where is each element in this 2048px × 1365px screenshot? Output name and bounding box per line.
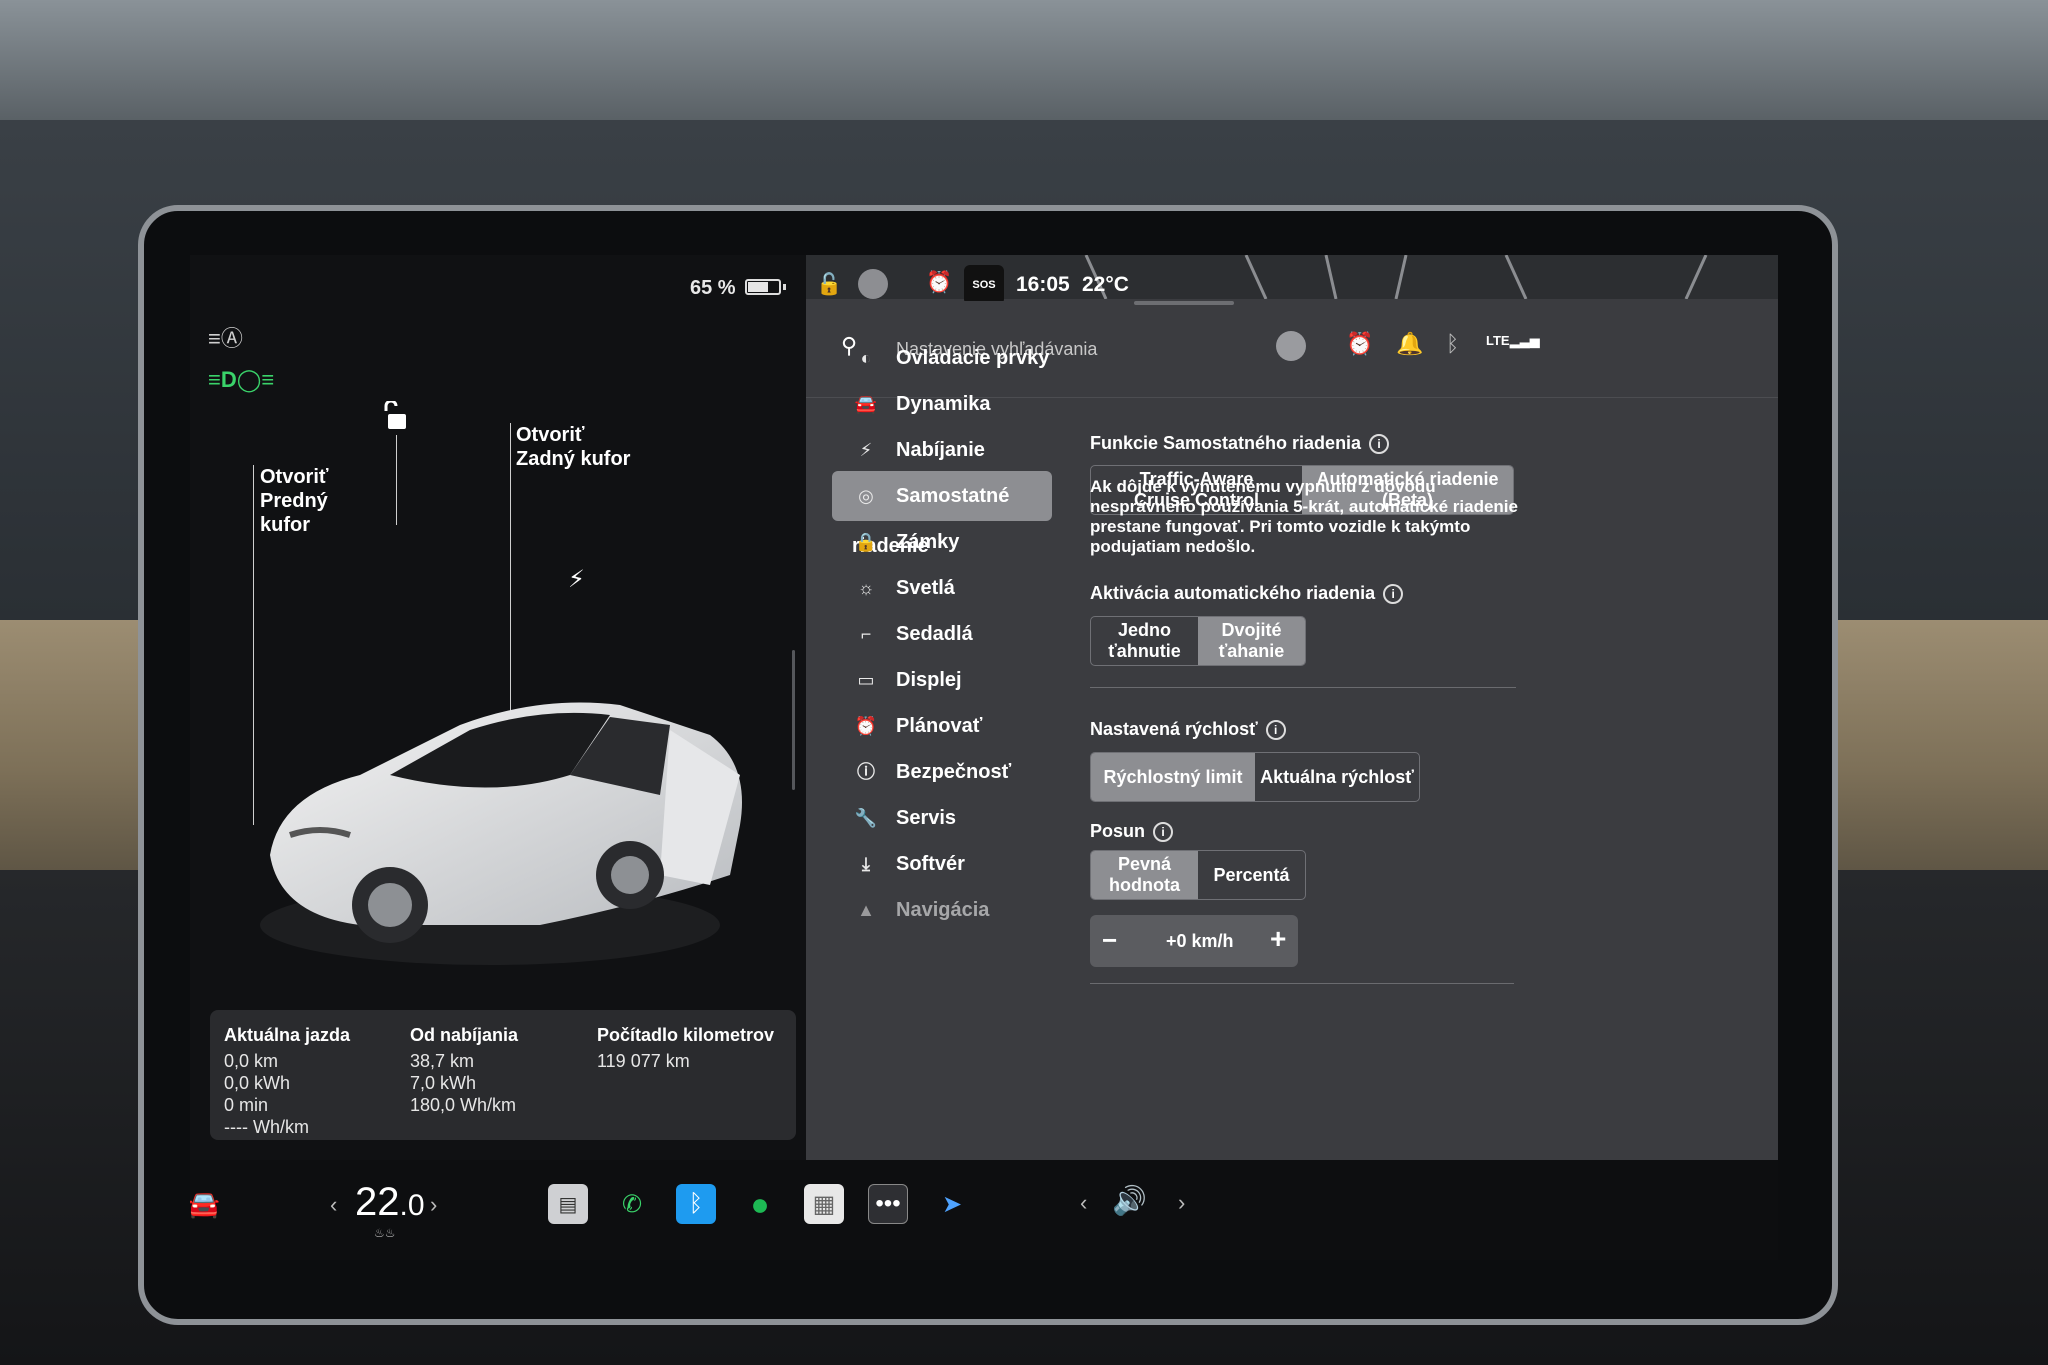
stat-value: 0,0 kWh <box>224 1073 291 1093</box>
info-icon[interactable]: i <box>1383 584 1404 604</box>
features-title-text: Funkcie Samostatného riadenia <box>1090 433 1362 453</box>
autopilot-settings: Funkcie Samostatného riadenia i Traffic-A… <box>806 255 1778 1160</box>
frunk-label-line: Otvoriť <box>260 466 329 488</box>
stat-value: 119 077 km <box>597 1051 690 1071</box>
stat-value: 7,0 kWh <box>410 1073 477 1093</box>
offset-title: Posun i <box>1090 821 1174 842</box>
stat-title: Od nabíjania <box>410 1025 519 1045</box>
seat-heater-icon[interactable]: ♨♨ <box>374 1226 396 1240</box>
segOffset-option-2[interactable]: Percentá <box>1198 851 1305 899</box>
frunk-label-line: Predný <box>260 490 328 512</box>
navigation-app-icon[interactable]: ➤ <box>932 1184 972 1224</box>
current-trip-stats: Aktuálna jazda 0,0 km 0,0 kWh 0 min ----… <box>224 1024 350 1138</box>
parking-lights-icon[interactable]: ≡D◯≡ <box>208 367 274 393</box>
stat-value: 0,0 km <box>224 1051 279 1071</box>
cabin-temperature[interactable]: 22.0 <box>355 1180 425 1225</box>
calendar-icon[interactable]: ▦ <box>804 1184 844 1224</box>
unlock-icon[interactable] <box>384 399 410 437</box>
info-icon[interactable]: i <box>1153 822 1174 842</box>
segActivation-option-1[interactable]: Jedno ťahnutie <box>1091 617 1198 665</box>
segOffset-option-1[interactable]: Pevná hodnota <box>1091 851 1198 899</box>
stat-value: 0 min <box>224 1095 269 1115</box>
volume-icon[interactable]: 🔊 <box>1112 1184 1147 1217</box>
offset-selector: Pevná hodnota Percentá <box>1090 850 1306 900</box>
trunk-label-line: Otvoriť <box>516 424 585 446</box>
info-icon[interactable]: i <box>1265 720 1286 740</box>
stat-title: Počítadlo kilometrov <box>597 1025 775 1045</box>
warning-text: Ak dôjde k vynútenému vypnutiu z dôvodu … <box>1090 477 1518 556</box>
stat-value: 38,7 km <box>410 1051 475 1071</box>
since-charge-stats: Od nabíjania 38,7 km 7,0 kWh 180,0 Wh/km <box>410 1024 518 1116</box>
divider <box>1090 687 1516 688</box>
cabin-temperature-whole: 22 <box>355 1180 400 1224</box>
minus-button[interactable]: − <box>1102 925 1117 956</box>
battery-icon <box>745 279 781 295</box>
card-icon[interactable]: ▤ <box>548 1184 588 1224</box>
volume-up-chevron-icon[interactable]: › <box>1178 1190 1185 1216</box>
segActivation-option-2[interactable]: Dvojité ťahanie <box>1198 617 1305 665</box>
temp-up-chevron-icon[interactable]: › <box>430 1192 437 1218</box>
phone-icon[interactable]: ✆ <box>612 1184 652 1224</box>
auto-headlights-icon[interactable]: ≡Ⓐ <box>208 321 243 353</box>
windshield-background <box>0 0 2048 120</box>
odometer-stats: Počítadlo kilometrov 119 077 km <box>597 1024 774 1072</box>
car-panel: 65 % ≡Ⓐ ≡D◯≡ Otvoriť Predný kufor Otvori… <box>190 255 806 1160</box>
offset-stepper: − +0 km/h + <box>1090 915 1298 967</box>
battery-percent: 65 % <box>690 277 736 299</box>
battery-fill <box>748 282 768 292</box>
more-apps-icon[interactable]: ••• <box>868 1184 908 1224</box>
stat-value: ---- Wh/km <box>224 1117 309 1137</box>
car-icon[interactable]: 🚘 <box>190 1184 224 1224</box>
segSpeed-option-1[interactable]: Rýchlostný limit <box>1091 753 1255 801</box>
frunk-label-line: kufor <box>260 514 310 536</box>
spotify-icon[interactable]: ● <box>740 1184 780 1224</box>
stat-value: 180,0 Wh/km <box>410 1095 517 1115</box>
battery-nub <box>783 284 786 290</box>
volume-down-chevron-icon[interactable]: ‹ <box>1080 1190 1087 1216</box>
trunk-label[interactable]: Otvoriť Zadný kufor <box>516 423 630 471</box>
segSpeed-option-2[interactable]: Aktuálna rýchlosť <box>1255 753 1419 801</box>
activation-title: Aktivácia automatického riadenia i <box>1090 583 1404 604</box>
stat-title: Aktuálna jazda <box>224 1025 351 1045</box>
trip-stats-card: Aktuálna jazda 0,0 km 0,0 kWh 0 min ----… <box>210 1010 796 1140</box>
bottom-dock: 🚘 ‹ 22.0 › ♨♨ ▤ ✆ ᛒ ● ▦ ••• ➤ ‹ 🔊 › <box>190 1160 1778 1260</box>
info-icon[interactable]: i <box>1369 434 1390 454</box>
car-image <box>260 702 742 965</box>
temp-down-chevron-icon[interactable]: ‹ <box>330 1192 337 1218</box>
battery-status: 65 % <box>190 269 806 303</box>
offset-title-text: Posun <box>1090 821 1146 841</box>
lock-leader-line <box>396 435 397 525</box>
features-title: Funkcie Samostatného riadenia i <box>1090 433 1390 454</box>
offset-value: +0 km/h <box>1166 931 1234 951</box>
trunk-label-line: Zadný kufor <box>516 448 631 470</box>
frunk-label[interactable]: Otvoriť Predný kufor <box>260 465 328 537</box>
divider <box>1090 983 1514 984</box>
activation-selector: Jedno ťahnutie Dvojité ťahanie <box>1090 616 1306 666</box>
cabin-temperature-decimal: .0 <box>399 1189 425 1222</box>
touchscreen: 65 % ≡Ⓐ ≡D◯≡ Otvoriť Predný kufor Otvori… <box>190 255 1778 1260</box>
speed-selector: Rýchlostný limit Aktuálna rýchlosť <box>1090 752 1420 802</box>
scroll-indicator[interactable] <box>792 650 795 790</box>
plus-button[interactable]: + <box>1270 923 1286 955</box>
activation-title-text: Aktivácia automatického riadenia <box>1090 583 1376 603</box>
bluetooth-app-icon[interactable]: ᛒ <box>676 1184 716 1224</box>
charge-port-icon[interactable]: ⚡ <box>568 565 585 594</box>
speed-title: Nastavená rýchlosť i <box>1090 719 1286 740</box>
speed-title-text: Nastavená rýchlosť <box>1090 719 1258 739</box>
